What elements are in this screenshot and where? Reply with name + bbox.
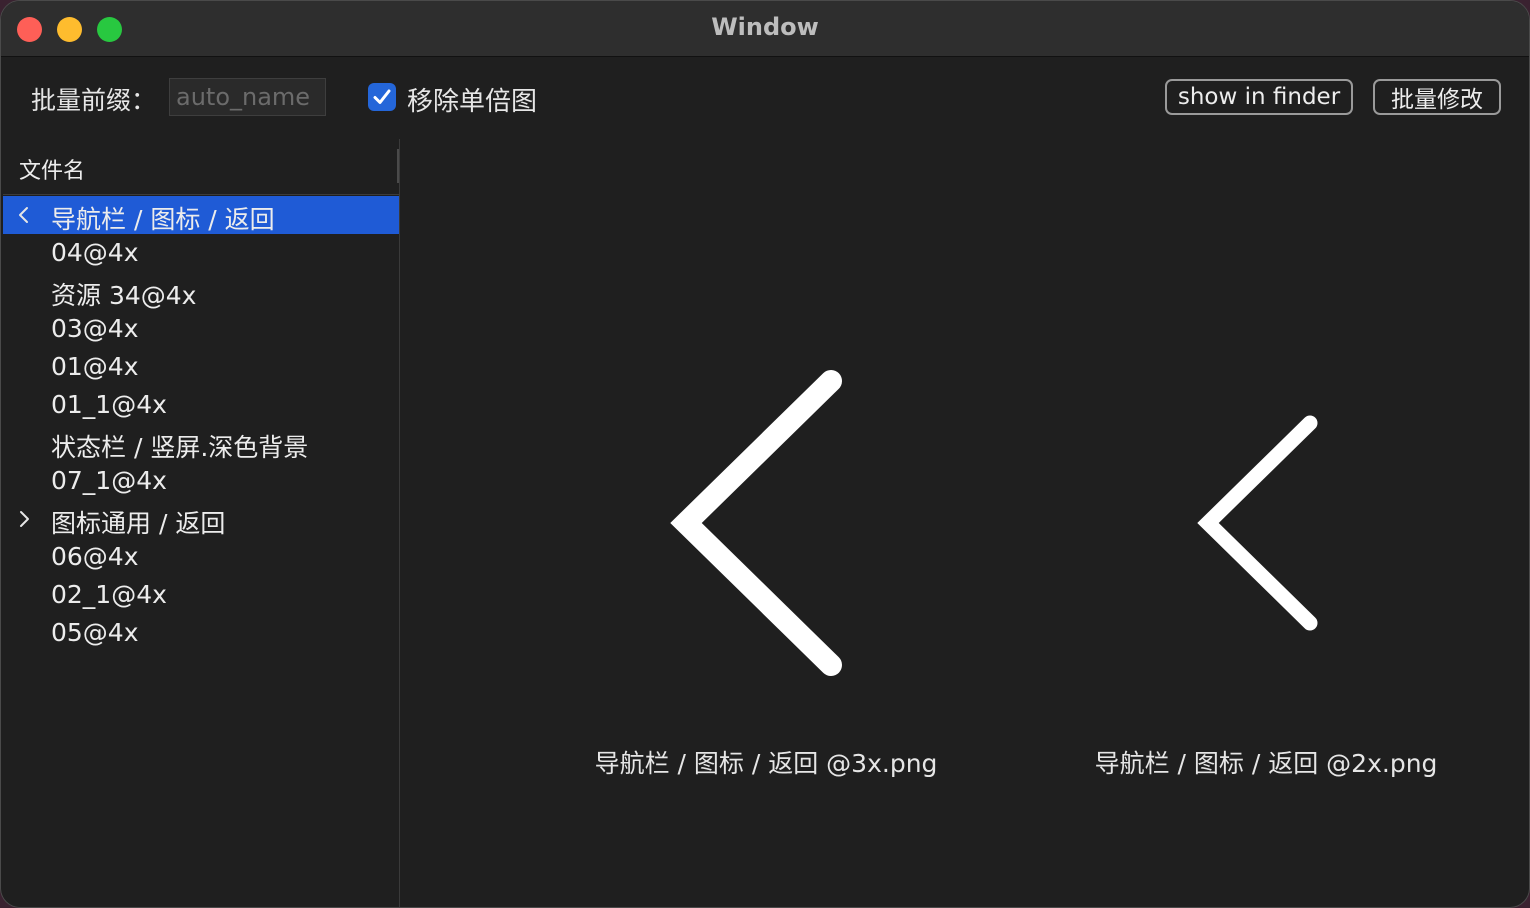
chevron-left-icon[interactable] [13,203,35,227]
file-list: 导航栏 / 图标 / 返回 04@4x 资源 34@4x 03@4x 01@4x 01_1… [3,196,399,652]
show-in-finder-button[interactable]: show in finder [1165,79,1353,115]
file-row-label: 01_1@4x [51,390,167,419]
batch-modify-button[interactable]: 批量修改 [1373,79,1501,115]
file-row[interactable]: 04@4x [3,234,399,272]
file-row[interactable]: 资源 34@4x [3,272,399,310]
column-separator[interactable] [397,149,399,183]
chevron-left-icon [670,370,842,676]
checkmark-icon [373,89,391,104]
file-row[interactable]: 02_1@4x [3,576,399,614]
column-header[interactable]: 文件名 [3,139,399,195]
file-row-label: 图标通用 / 返回 [51,509,226,538]
file-row[interactable]: 状态栏 / 竖屏.深色背景 [3,424,399,462]
file-row[interactable]: 01_1@4x [3,386,399,424]
file-row-label: 导航栏 / 图标 / 返回 [51,205,275,234]
file-row[interactable]: 06@4x [3,538,399,576]
column-header-label: 文件名 [19,159,86,184]
preview-2x [1188,409,1328,639]
file-row[interactable]: 03@4x [3,310,399,348]
preview-3x [656,361,856,691]
prefix-label: 批量前缀： [31,86,157,115]
file-row-label: 状态栏 / 竖屏.深色背景 [51,433,309,462]
remove-single-checkbox[interactable] [368,83,396,111]
preview-2x-caption: 导航栏 / 图标 / 返回 @2x.png [1094,749,1438,778]
file-row[interactable]: 导航栏 / 图标 / 返回 [3,196,399,234]
file-row-label: 01@4x [51,352,139,381]
file-row[interactable]: 07_1@4x [3,462,399,500]
file-row-label: 06@4x [51,542,139,571]
file-row[interactable]: 01@4x [3,348,399,386]
file-row-label: 05@4x [51,618,139,647]
file-row-label: 资源 34@4x [51,281,197,310]
file-row[interactable]: 图标通用 / 返回 [3,500,399,538]
preview-area: 导航栏 / 图标 / 返回 @3x.png 导航栏 / 图标 / 返回 @2x.… [401,139,1529,907]
chevron-right-icon[interactable] [13,507,35,531]
file-row-label: 04@4x [51,238,139,267]
file-row-label: 07_1@4x [51,466,167,495]
chevron-left-icon [1197,415,1318,631]
file-row-label: 02_1@4x [51,580,167,609]
remove-single-label[interactable]: 移除单倍图 [407,81,537,118]
prefix-input[interactable] [169,78,326,116]
title-bar[interactable]: Window [1,1,1529,57]
window-title: Window [711,13,819,41]
file-row-label: 03@4x [51,314,139,343]
file-outline-view[interactable]: 文件名 导航栏 / 图标 / 返回 04@4x 资源 34@4x 03@4x 01@4x… [3,139,400,907]
app-window: Window 批量前缀： 移除单倍图 show in finder 批量修改 文… [0,0,1530,908]
preview-3x-caption: 导航栏 / 图标 / 返回 @3x.png [594,749,938,778]
file-row[interactable]: 05@4x [3,614,399,652]
